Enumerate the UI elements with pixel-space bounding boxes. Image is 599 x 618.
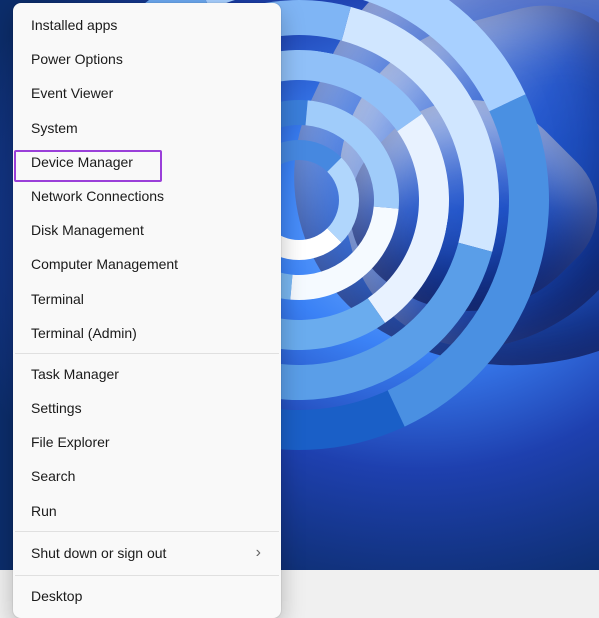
menu-item-label: Installed apps: [31, 16, 117, 34]
menu-item-search[interactable]: Search: [17, 459, 277, 493]
menu-item-label: Settings: [31, 399, 82, 417]
menu-item-label: Run: [31, 502, 57, 520]
menu-item-label: Desktop: [31, 587, 82, 605]
menu-item-network-connections[interactable]: Network Connections: [17, 179, 277, 213]
menu-item-device-manager[interactable]: Device Manager: [17, 145, 277, 179]
menu-item-task-manager[interactable]: Task Manager: [17, 357, 277, 391]
menu-item-label: Power Options: [31, 50, 123, 68]
menu-item-terminal-admin[interactable]: Terminal (Admin): [17, 316, 277, 350]
menu-item-terminal[interactable]: Terminal: [17, 282, 277, 316]
menu-item-disk-management[interactable]: Disk Management: [17, 213, 277, 247]
menu-item-label: System: [31, 119, 78, 137]
menu-item-label: Disk Management: [31, 221, 144, 239]
menu-item-label: Event Viewer: [31, 84, 113, 102]
menu-item-system[interactable]: System: [17, 111, 277, 145]
winx-context-menu: Installed apps Power Options Event Viewer S…: [13, 3, 281, 618]
menu-item-installed-apps[interactable]: Installed apps: [17, 8, 277, 42]
menu-item-shut-down[interactable]: Shut down or sign out ›: [17, 535, 277, 572]
menu-item-label: Device Manager: [31, 153, 133, 171]
menu-item-file-explorer[interactable]: File Explorer: [17, 425, 277, 459]
menu-item-label: Network Connections: [31, 187, 164, 205]
menu-item-desktop[interactable]: Desktop: [17, 579, 277, 613]
menu-item-label: Search: [31, 467, 75, 485]
menu-item-settings[interactable]: Settings: [17, 391, 277, 425]
menu-item-run[interactable]: Run: [17, 494, 277, 528]
menu-item-label: Task Manager: [31, 365, 119, 383]
menu-item-label: Shut down or sign out: [31, 544, 166, 562]
menu-item-event-viewer[interactable]: Event Viewer: [17, 76, 277, 110]
menu-item-label: File Explorer: [31, 433, 110, 451]
menu-divider: [15, 353, 279, 354]
menu-item-power-options[interactable]: Power Options: [17, 42, 277, 76]
menu-item-label: Terminal (Admin): [31, 324, 137, 342]
chevron-right-icon: ›: [256, 543, 261, 564]
menu-divider: [15, 531, 279, 532]
menu-divider: [15, 575, 279, 576]
menu-item-label: Computer Management: [31, 255, 178, 273]
menu-item-computer-management[interactable]: Computer Management: [17, 247, 277, 281]
menu-item-label: Terminal: [31, 290, 84, 308]
